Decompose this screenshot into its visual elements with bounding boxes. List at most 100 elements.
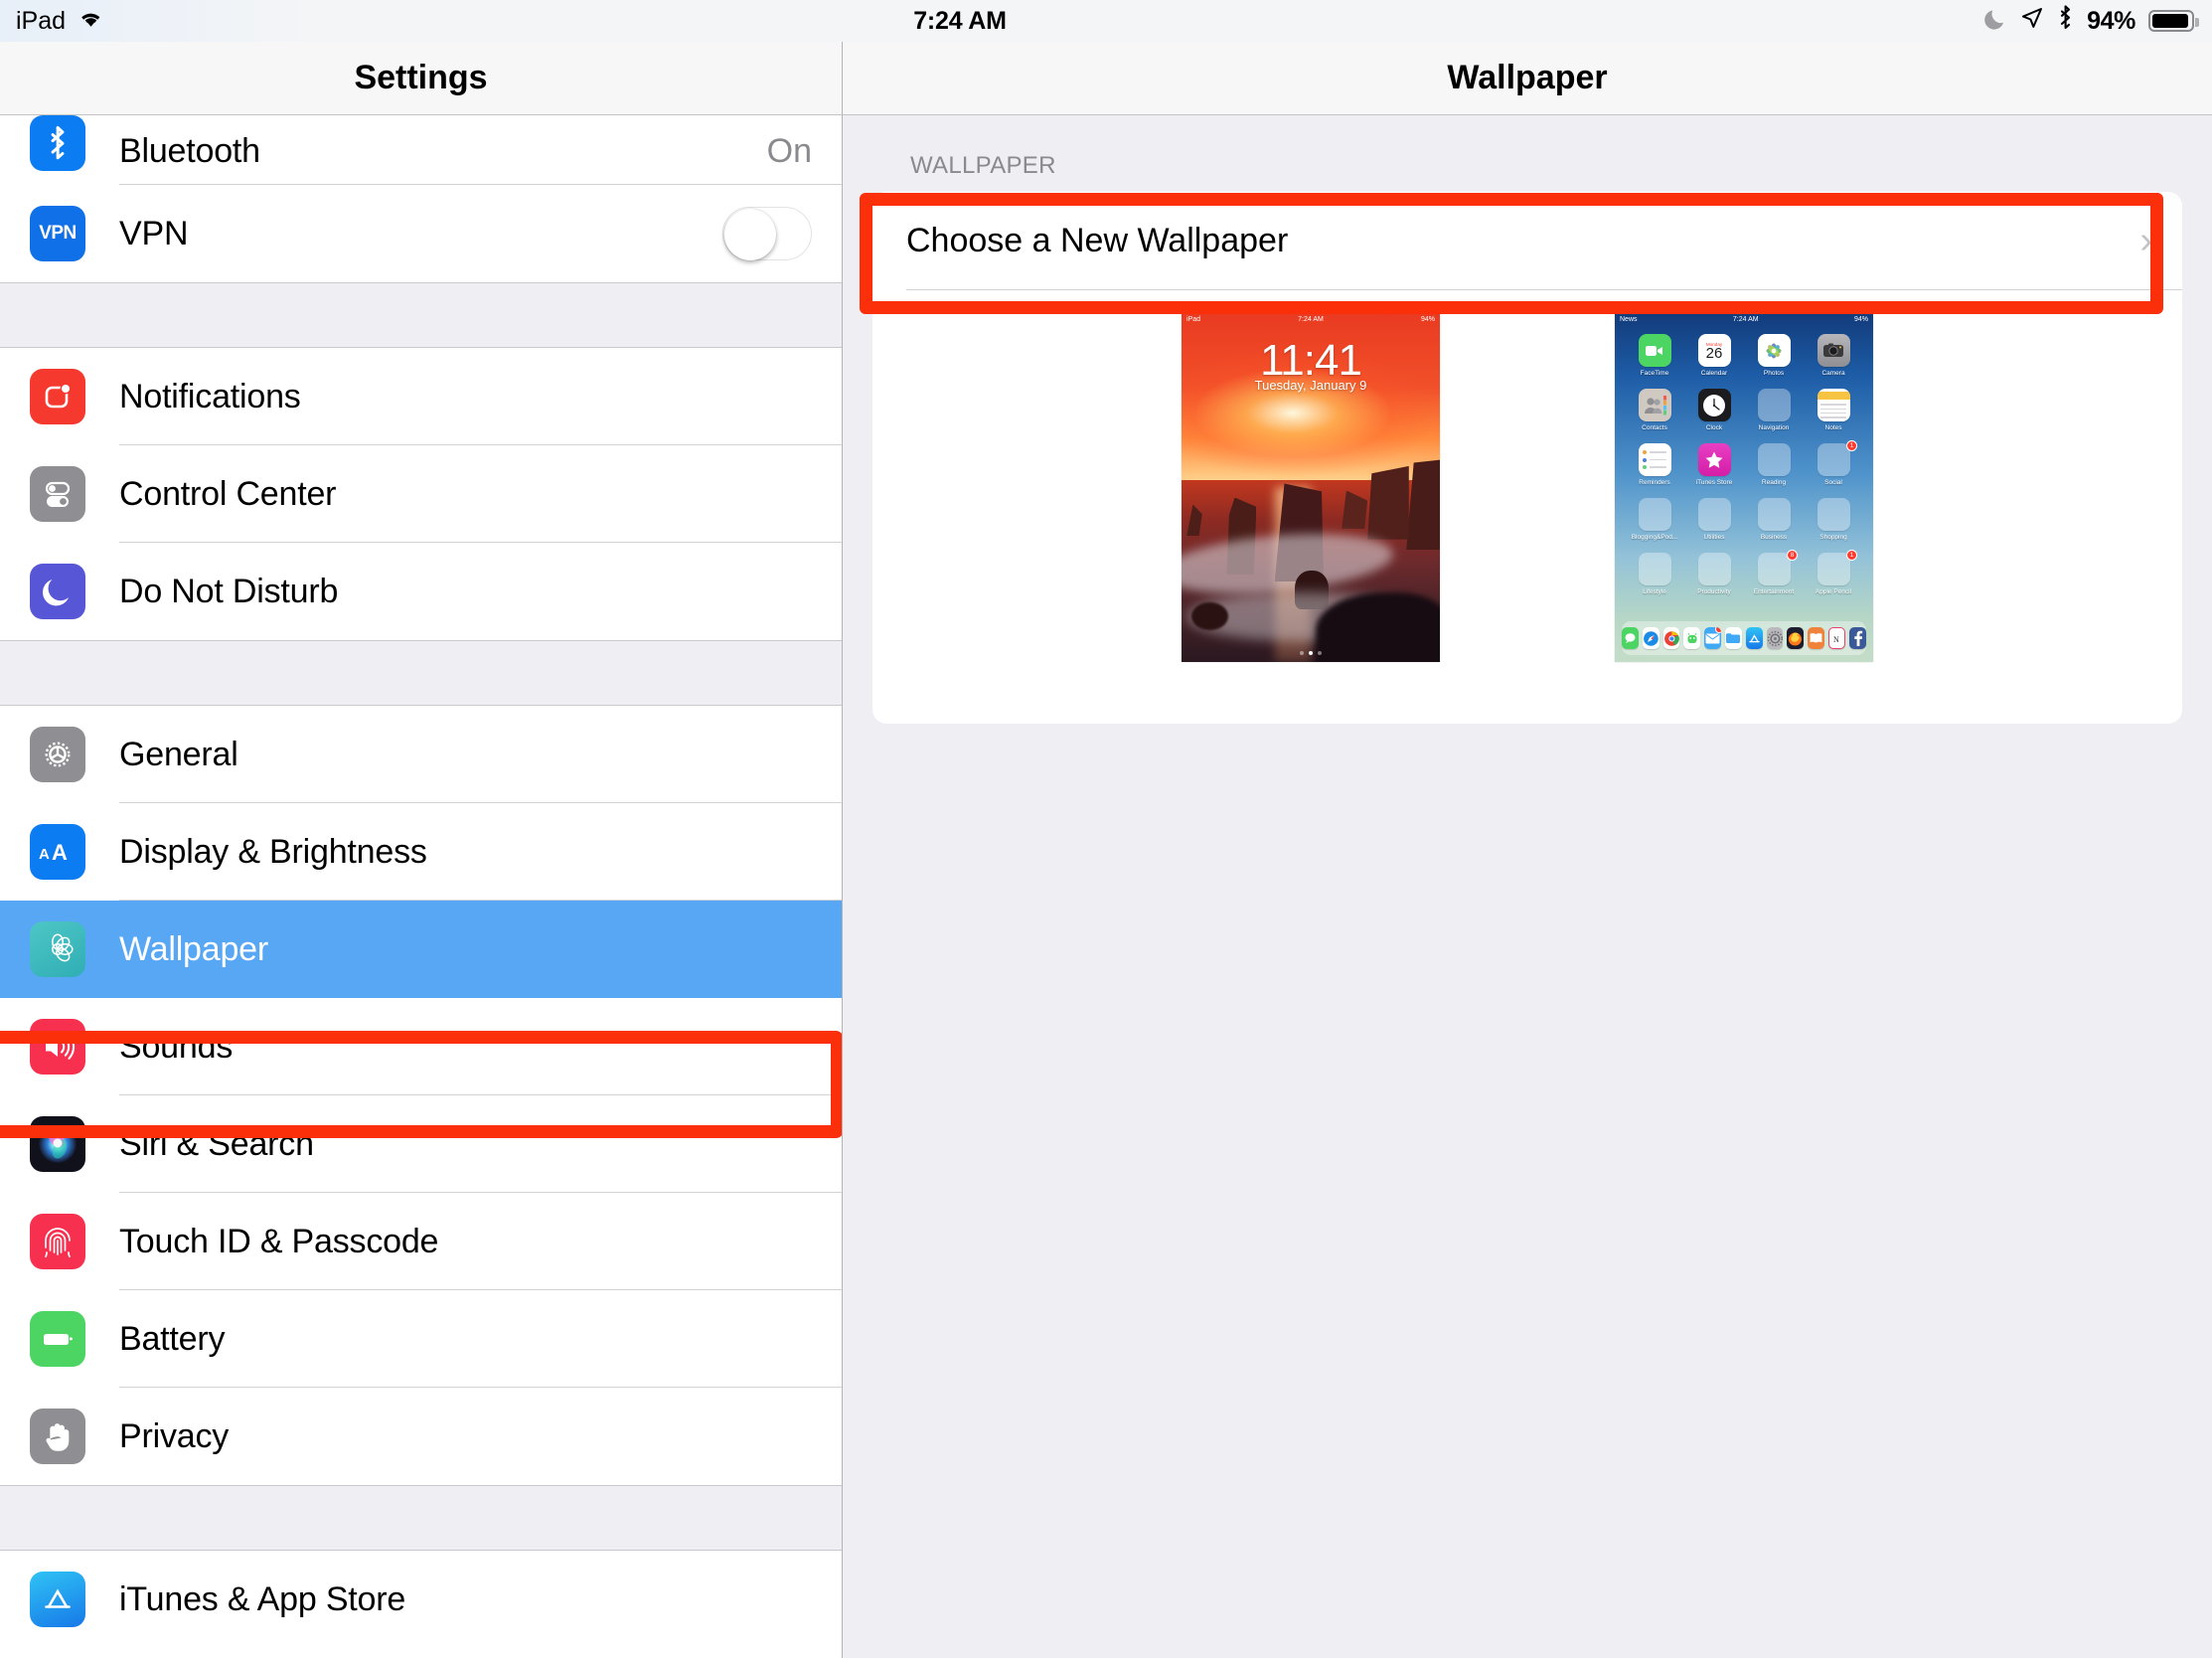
choose-new-wallpaper-row[interactable]: Choose a New Wallpaper ›: [872, 192, 2182, 289]
home-folder-business[interactable]: Business: [1744, 498, 1804, 541]
dock-badge: [1714, 627, 1721, 633]
home-app-notes[interactable]: Notes: [1804, 389, 1863, 431]
sidebar-item-notifications[interactable]: Notifications: [0, 348, 842, 445]
app-label: Camera: [1821, 370, 1845, 377]
home-app-camera[interactable]: Camera: [1804, 334, 1863, 377]
dock-android-robot-icon[interactable]: [1683, 627, 1701, 649]
sidebar-item-wallpaper[interactable]: Wallpaper: [0, 901, 842, 998]
sidebar-item-bluetooth[interactable]: Bluetooth On: [0, 115, 842, 185]
speaker-icon: [30, 1019, 85, 1075]
home-app-calendar[interactable]: Monday 26 Calendar: [1684, 334, 1744, 377]
home-folder-shopping[interactable]: Shopping: [1804, 498, 1863, 541]
home-app-itunes-store[interactable]: iTunes Store: [1684, 443, 1744, 486]
sidebar-item-label: Wallpaper: [119, 929, 269, 968]
sidebar-item-vpn[interactable]: VPN VPN: [0, 185, 842, 282]
sidebar-group-stores: iTunes & App Store: [0, 1551, 842, 1648]
vpn-toggle[interactable]: [722, 207, 812, 260]
home-app-contacts[interactable]: Contacts: [1625, 389, 1684, 431]
status-bar: iPad 7:24 AM 94%: [0, 0, 2212, 42]
folder-icon: [1697, 498, 1731, 531]
home-folder-navigation[interactable]: Navigation: [1744, 389, 1804, 431]
dock-facebook-icon[interactable]: [1849, 627, 1867, 649]
dock-files-icon[interactable]: [1724, 627, 1742, 649]
preview-status-device: News: [1620, 315, 1638, 323]
home-folder-apple-pencil[interactable]: 1 Apple Pencil: [1804, 550, 1863, 595]
badge: 8: [1787, 550, 1798, 561]
bluetooth-value: On: [766, 132, 812, 170]
contacts-icon: [1638, 389, 1671, 421]
sidebar-item-battery[interactable]: Battery: [0, 1290, 842, 1388]
dock-messages-icon[interactable]: [1621, 627, 1639, 649]
sidebar-item-label: VPN: [119, 214, 189, 252]
home-folder-entertainment[interactable]: 8 Entertainment: [1744, 550, 1804, 595]
app-label: FaceTime: [1640, 370, 1669, 377]
home-app-clock[interactable]: Clock: [1684, 389, 1744, 431]
preview-status-battery: 94%: [1853, 315, 1868, 323]
sidebar-item-itunes-app-store[interactable]: iTunes & App Store: [0, 1551, 842, 1648]
battery-icon: [2148, 10, 2199, 32]
dock-notability-icon[interactable]: N: [1827, 627, 1846, 649]
split-view: Bluetooth On VPN VPN Notifications Contr…: [0, 115, 2212, 1658]
app-label: Notes: [1824, 424, 1842, 431]
sidebar-item-control-center[interactable]: Control Center: [0, 445, 842, 543]
wallpaper-previews: iPad 7:24 AM 94% 11:41 Tuesday, January …: [872, 290, 2182, 724]
home-screen-dock: N: [1621, 621, 1867, 655]
badge: 1: [1846, 440, 1857, 451]
sidebar-item-privacy[interactable]: Privacy: [0, 1388, 842, 1485]
home-folder-social[interactable]: 1 Social: [1804, 440, 1863, 486]
itunes-store-icon: [1697, 443, 1731, 476]
status-bar-time: 7:24 AM: [913, 6, 1007, 35]
home-app-facetime[interactable]: FaceTime: [1625, 334, 1684, 377]
sidebar-item-label: iTunes & App Store: [119, 1579, 406, 1618]
app-label: Lifestyle: [1643, 588, 1666, 595]
section-header: WALLPAPER: [910, 152, 1056, 179]
flower-icon: [30, 921, 85, 977]
home-app-reminders[interactable]: Reminders: [1625, 443, 1684, 486]
svg-text:A: A: [52, 840, 68, 865]
sidebar-group-alerts: Notifications Control Center Do Not Dist…: [0, 348, 842, 640]
sidebar-item-siri-search[interactable]: Siri & Search: [0, 1095, 842, 1193]
nav-bar-row: Settings Wallpaper: [0, 42, 2212, 115]
app-label: Reminders: [1639, 479, 1670, 486]
chevron-right-icon: ›: [2139, 220, 2152, 261]
app-label: Clock: [1705, 424, 1723, 431]
folder-icon: [1817, 498, 1850, 531]
dock-app-store-icon[interactable]: [1745, 627, 1763, 649]
bluetooth-icon: [2057, 5, 2074, 37]
app-label: Contacts: [1642, 424, 1667, 431]
dock-firefox-icon[interactable]: [1787, 627, 1805, 649]
lock-screen-preview[interactable]: iPad 7:24 AM 94% 11:41 Tuesday, January …: [1182, 312, 1440, 662]
home-folder-reading[interactable]: Reading: [1744, 443, 1804, 486]
notes-icon: [1817, 389, 1850, 421]
sidebar-item-label: Do Not Disturb: [119, 572, 339, 610]
app-label: Photos: [1763, 370, 1785, 377]
dock-settings-icon[interactable]: [1766, 627, 1784, 649]
sidebar-item-label: Control Center: [119, 474, 337, 513]
settings-sidebar[interactable]: Bluetooth On VPN VPN Notifications Contr…: [0, 115, 843, 1658]
sidebar-item-general[interactable]: General: [0, 706, 842, 803]
notifications-icon: [30, 369, 85, 424]
home-folder-productivity[interactable]: Productivity: [1684, 553, 1744, 595]
home-folder-blogging[interactable]: Blogging&Pod...: [1625, 498, 1684, 541]
home-app-photos[interactable]: Photos: [1744, 334, 1804, 377]
status-bar-right: 94%: [1984, 0, 2199, 42]
sidebar-item-display-brightness[interactable]: AA Display & Brightness: [0, 803, 842, 901]
app-label: Blogging&Pod...: [1631, 534, 1678, 541]
app-label: Entertainment: [1753, 588, 1795, 595]
dock-chrome-icon[interactable]: [1662, 627, 1680, 649]
sidebar-item-sounds[interactable]: Sounds: [0, 998, 842, 1095]
sidebar-item-label: Sounds: [119, 1027, 234, 1066]
wallpaper-card: Choose a New Wallpaper › iPad 7:24 AM 94…: [872, 192, 2182, 724]
sidebar-item-touch-id-passcode[interactable]: Touch ID & Passcode: [0, 1193, 842, 1290]
home-screen-preview[interactable]: News 7:24 AM 94% FaceTime Monday 26 Cale…: [1615, 312, 1873, 662]
home-folder-lifestyle[interactable]: Lifestyle: [1625, 553, 1684, 595]
dock-safari-icon[interactable]: [1642, 627, 1659, 649]
location-arrow-icon: [2020, 6, 2044, 37]
dock-books-icon[interactable]: [1808, 627, 1824, 649]
dock-mail-icon[interactable]: [1704, 627, 1721, 649]
home-folder-utilities[interactable]: Utilities: [1684, 498, 1744, 541]
app-label: Utilities: [1703, 534, 1725, 541]
sidebar-group-connectivity: Bluetooth On VPN VPN: [0, 115, 842, 282]
app-label: Apple Pencil: [1815, 588, 1852, 595]
sidebar-item-do-not-disturb[interactable]: Do Not Disturb: [0, 543, 842, 640]
